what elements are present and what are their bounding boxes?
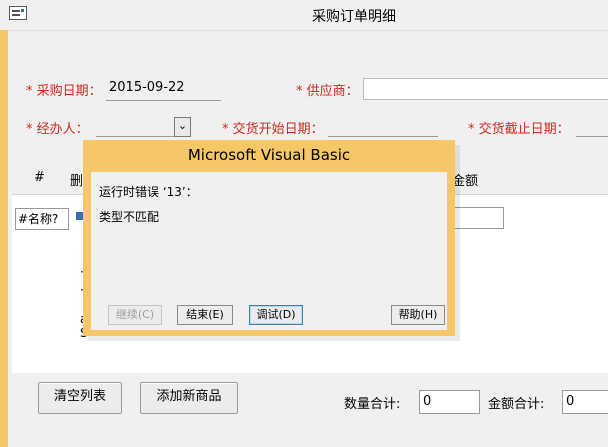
help-button[interactable]: 帮助(H) xyxy=(391,305,445,325)
runtime-error-text: 运行时错误 ‘13’： xyxy=(99,185,198,199)
error-description: 类型不匹配 xyxy=(99,210,160,224)
clear-list-button[interactable]: 清空列表 xyxy=(38,382,122,414)
total-quantity-label: 数量合计: xyxy=(344,397,401,412)
handler-dropdown-button[interactable]: ⌄ xyxy=(174,117,191,137)
handler-field[interactable] xyxy=(96,116,174,137)
column-header-index: # xyxy=(34,170,45,185)
supplier-label: * 供应商： xyxy=(296,84,359,99)
chevron-down-icon: ⌄ xyxy=(177,119,188,132)
total-amount-field[interactable]: 0 xyxy=(562,390,608,414)
vba-error-dialog: Microsoft Visual Basic 运行时错误 ‘13’： 类型不匹配… xyxy=(83,140,455,336)
end-button[interactable]: 结束(E) xyxy=(177,305,233,325)
window-title: 采购订单明细 xyxy=(312,9,396,25)
debug-button[interactable]: 调试(D) xyxy=(249,305,303,325)
handler-label: * 经办人： xyxy=(26,122,89,137)
add-product-button[interactable]: 添加新商品 xyxy=(140,382,238,414)
delivery-start-label: * 交货开始日期： xyxy=(222,122,324,137)
delivery-start-field[interactable] xyxy=(328,116,438,137)
delivery-end-field[interactable] xyxy=(576,116,608,137)
supplier-field[interactable] xyxy=(363,78,608,100)
dialog-title: Microsoft Visual Basic xyxy=(187,146,351,164)
form-icon xyxy=(9,6,27,20)
purchase-date-field[interactable]: 2015-09-22 xyxy=(106,80,221,101)
delivery-end-label: * 交货截止日期： xyxy=(468,122,570,137)
purchase-date-label: * 采购日期： xyxy=(26,84,102,99)
column-header-delete: 删 xyxy=(70,174,84,189)
item-name-cell[interactable]: #名称? xyxy=(15,208,69,230)
continue-button: 继续(C) xyxy=(108,305,162,325)
total-quantity-field[interactable]: 0 xyxy=(419,390,480,414)
record-selector-stripe xyxy=(0,30,8,447)
total-amount-label: 金额合计: xyxy=(488,397,545,412)
